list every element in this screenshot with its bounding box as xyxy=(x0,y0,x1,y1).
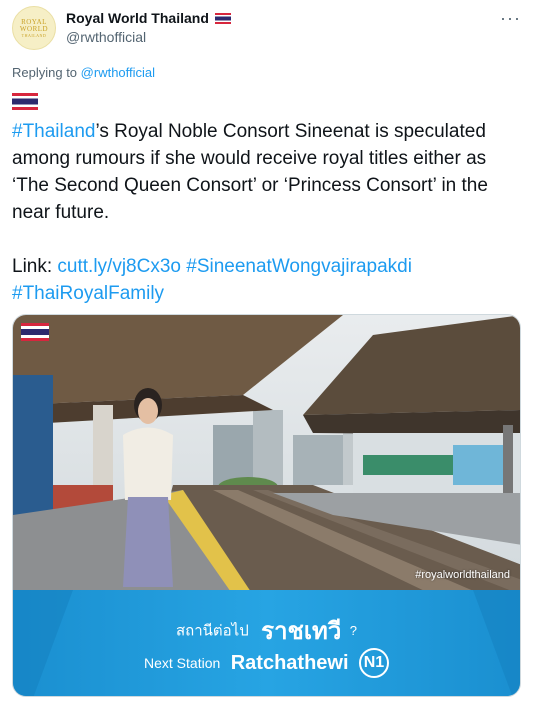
station-name-thai: ราชเทวี xyxy=(261,618,342,645)
station-name-english: Ratchathewi xyxy=(230,651,349,674)
next-station-english: Next Station xyxy=(144,655,221,671)
tweet-header: ROYAL WORLD THAILAND Royal World Thailan… xyxy=(12,6,521,52)
avatar[interactable]: ROYAL WORLD THAILAND xyxy=(12,6,56,50)
image-watermark: #royalworldthailand xyxy=(415,569,510,581)
display-name[interactable]: Royal World Thailand xyxy=(66,10,209,26)
avatar-text-2: WORLD xyxy=(19,24,49,33)
more-icon[interactable]: ··· xyxy=(500,8,521,29)
replying-to: Replying to @rwthofficial xyxy=(12,65,155,80)
tweet-text: #Thailand’s Royal Noble Consort Sineenat… xyxy=(12,118,517,307)
next-station-english-row: Next Station Ratchathewi N1 xyxy=(13,648,520,678)
thai-flag-icon xyxy=(12,93,38,110)
question-mark: ? xyxy=(349,623,358,638)
name-row: Royal World Thailand xyxy=(66,10,231,26)
station-code-badge: N1 xyxy=(358,648,389,678)
link-label: Link: xyxy=(12,256,53,277)
replying-prefix: Replying to xyxy=(12,65,78,80)
hashtag-thailand[interactable]: #Thailand xyxy=(12,121,95,142)
next-station-thai: สถานีต่อไป xyxy=(175,622,249,640)
avatar-text-3: THAILAND xyxy=(21,32,47,38)
hashtag-sineenat[interactable]: #SineenatWongvajirapakdi xyxy=(186,256,412,277)
tweet-image[interactable]: #royalworldthailand สถานีต่อไป ราชเทวี ?… xyxy=(12,314,521,697)
author-handle[interactable]: @rwthofficial xyxy=(66,29,146,45)
next-station-thai-row: สถานีต่อไป ราชเทวี ? xyxy=(13,611,520,650)
thai-flag-icon xyxy=(214,12,231,24)
replying-handle-link[interactable]: @rwthofficial xyxy=(81,65,155,80)
short-link[interactable]: cutt.ly/vj8Cx3o xyxy=(57,256,181,277)
hashtag-thai-royal-family[interactable]: #ThaiRoyalFamily xyxy=(12,283,164,304)
